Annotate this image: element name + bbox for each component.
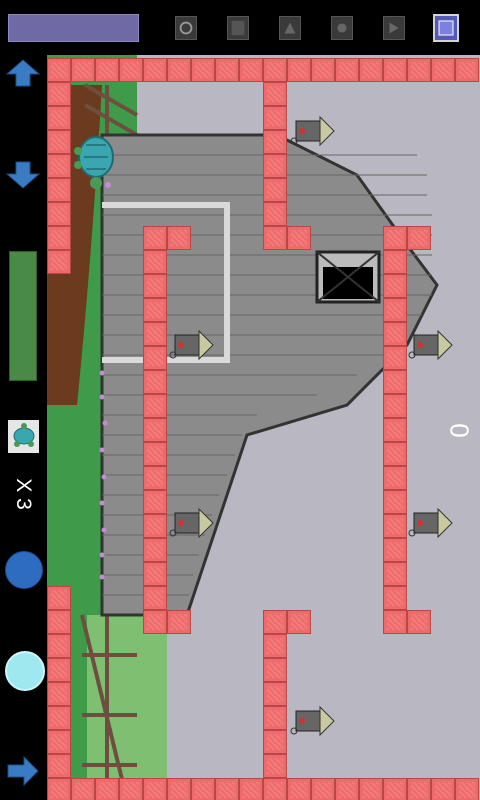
tool-slot-2[interactable] (227, 16, 249, 40)
tool-slot-3[interactable] (279, 16, 301, 40)
up-button[interactable] (6, 58, 40, 88)
tool-3-icon (284, 22, 296, 34)
soldier-enemy-icon (408, 329, 453, 361)
life-indicator (8, 420, 39, 453)
left-control-panel: X 3 (0, 46, 47, 800)
tool-slot-active[interactable] (433, 14, 459, 42)
enemy-soldier (408, 327, 454, 363)
tool-1-icon (179, 21, 193, 35)
level-progress-bar (8, 14, 139, 42)
soldier-enemy-icon (290, 705, 335, 737)
enemy-soldier (290, 703, 336, 739)
right-button[interactable] (6, 756, 40, 786)
turtle-icon (13, 423, 35, 447)
soldier-enemy-icon (169, 329, 214, 361)
tool-slot-1[interactable] (175, 16, 197, 40)
score-display: 0 (444, 423, 475, 438)
arrow-down-icon (6, 161, 40, 189)
tool-4-icon (337, 23, 347, 33)
enemy-soldier (408, 505, 454, 541)
arrow-up-icon (6, 59, 40, 87)
down-button[interactable] (6, 160, 40, 190)
player-turtle (72, 133, 116, 197)
arrow-right-icon (7, 756, 39, 786)
enemy-soldier (290, 113, 336, 149)
soldier-enemy-icon (290, 115, 335, 147)
tool-active-icon (438, 20, 454, 36)
power-meter (9, 251, 37, 381)
tool-5-icon (389, 22, 399, 34)
tool-2-icon (231, 20, 245, 36)
tool-slot-4[interactable] (331, 16, 353, 40)
tool-slot-5[interactable] (383, 16, 405, 40)
enemy-soldier (169, 505, 215, 541)
lives-count: X 3 (11, 470, 35, 514)
turtle-sprite-icon (74, 136, 114, 189)
action-button-primary[interactable] (5, 551, 43, 589)
top-toolbar (0, 0, 480, 46)
action-button-secondary[interactable] (5, 651, 45, 691)
soldier-enemy-icon (408, 507, 453, 539)
soldier-enemy-icon (169, 507, 214, 539)
lives-label: X 3 (12, 478, 35, 510)
play-field: 0 (47, 55, 480, 800)
enemy-soldier (169, 327, 215, 363)
